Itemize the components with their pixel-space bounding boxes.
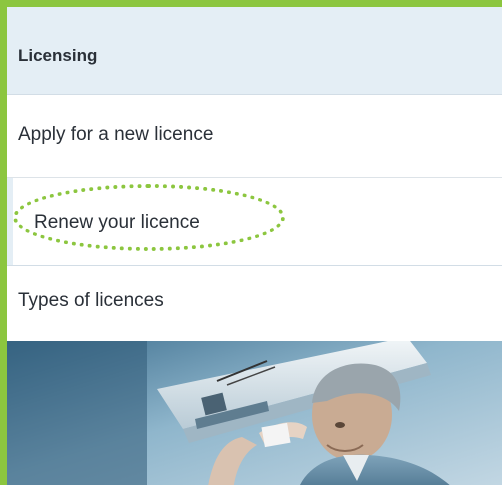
nav-item-label: Apply for a new licence bbox=[18, 124, 214, 145]
nav-item-types-of-licences[interactable]: Types of licences bbox=[7, 266, 502, 341]
licensing-header-title: Licensing bbox=[18, 46, 98, 65]
nav-item-renew-licence[interactable]: Renew your licence bbox=[7, 178, 502, 266]
active-indicator-rail bbox=[7, 178, 13, 265]
licensing-panel: Licensing Apply for a new licence Renew … bbox=[0, 0, 502, 485]
nav-item-label: Types of licences bbox=[18, 290, 164, 311]
nav-item-label: Renew your licence bbox=[34, 212, 200, 233]
nav-item-apply-new-licence[interactable]: Apply for a new licence bbox=[7, 95, 502, 178]
licensing-header: Licensing bbox=[7, 7, 502, 95]
technician-air-conditioner-illustration bbox=[7, 341, 502, 485]
hero-image bbox=[7, 341, 502, 485]
